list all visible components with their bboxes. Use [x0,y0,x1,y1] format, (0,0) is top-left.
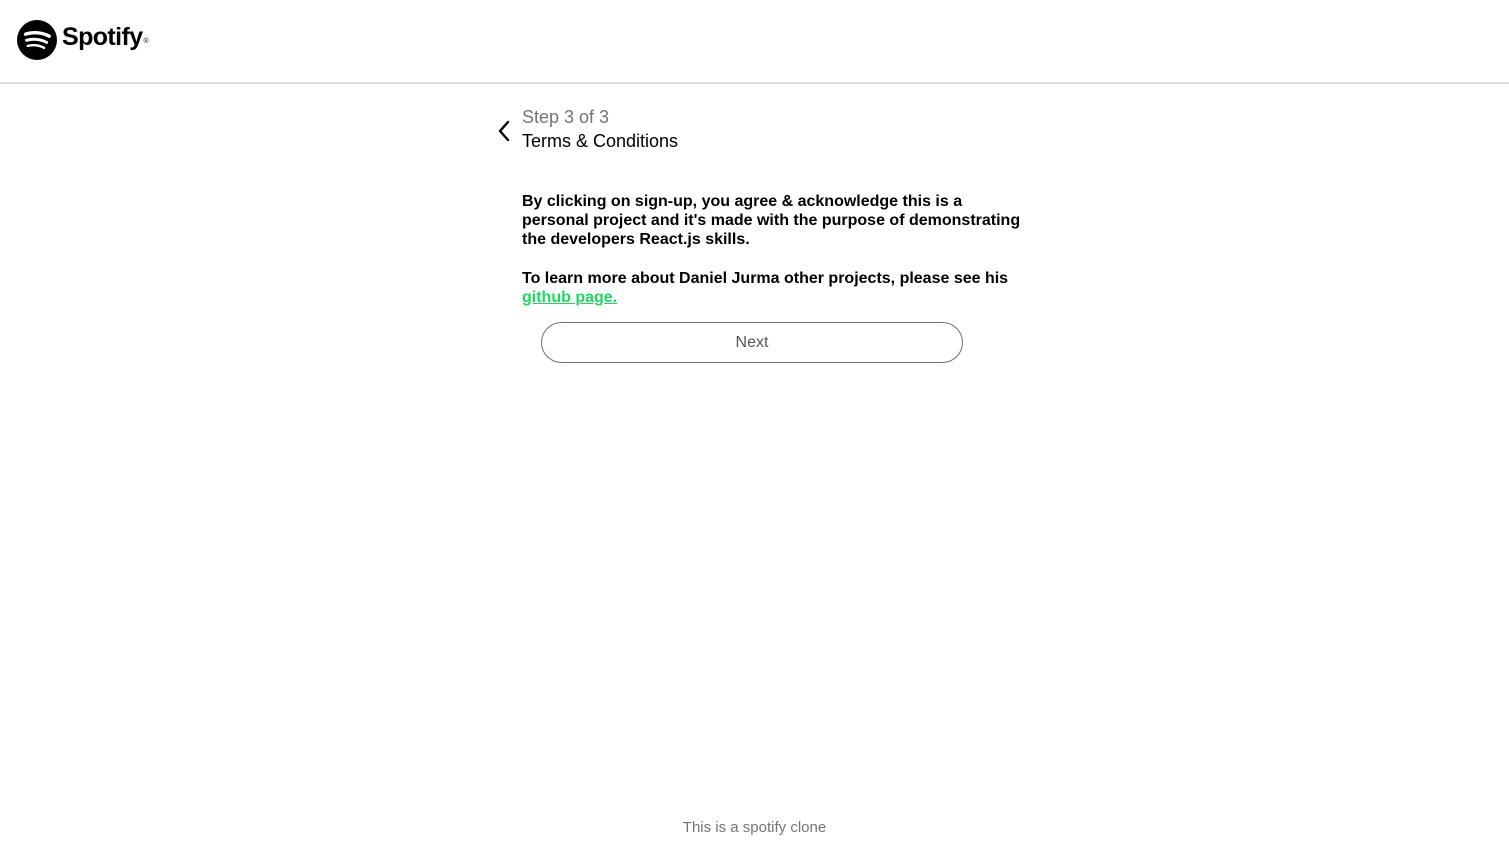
registered-mark: ® [143,37,149,45]
projects-text: To learn more about Daniel Jurma other p… [522,270,1009,287]
spotify-wordmark: Spotify® [62,17,149,64]
next-button[interactable]: Next [541,322,963,363]
spotify-logo[interactable]: Spotify® [17,20,149,60]
step-text: Step 3 of 3 Terms & Conditions [522,106,678,154]
terms-paragraph: By clicking on sign-up, you agree & ackn… [522,193,1021,248]
signup-stepper: Step 3 of 3 Terms & Conditions [495,106,678,154]
back-button[interactable] [495,116,513,146]
step-title: Terms & Conditions [522,131,679,151]
footer-text: This is a spotify clone [682,819,827,836]
projects-paragraph: To learn more about Daniel Jurma other p… [522,269,1022,307]
github-link[interactable]: github page. [522,289,617,306]
top-header: Spotify® [0,0,1509,84]
chevron-left-icon [498,120,510,142]
spotify-logo-icon [17,20,57,60]
wordmark-text: Spotify [62,22,143,51]
step-count: Step 3 of 3 [522,107,610,127]
terms-content: By clicking on sign-up, you agree & ackn… [522,192,1022,307]
